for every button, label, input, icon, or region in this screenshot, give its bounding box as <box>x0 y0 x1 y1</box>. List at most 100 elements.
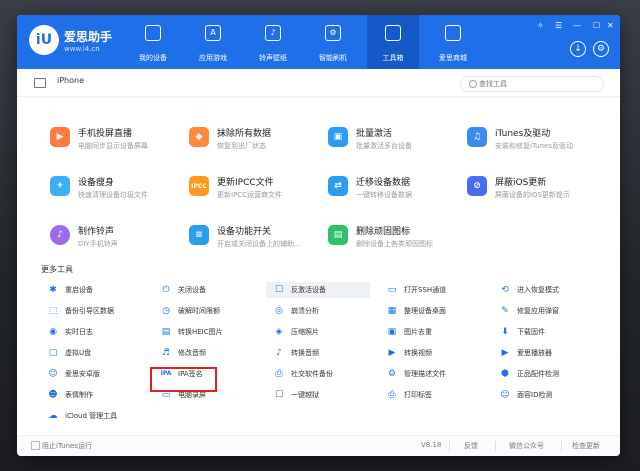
tool-icon: ▤ <box>161 327 171 337</box>
tool-icon: ☐ <box>274 390 284 400</box>
tool-item[interactable]: ⬚ 备份引导区数据 <box>40 303 144 319</box>
store-icon <box>445 25 461 41</box>
status-bar: 阻止iTunes运行 V8.18 反馈 微信公众号 检查更新 <box>17 435 620 456</box>
tool-item[interactable]: ▦ 整理设备桌面 <box>379 303 483 319</box>
card-batch-activate[interactable]: ▣ 批量激活 批量激活多台设备 <box>328 123 458 153</box>
card-screen-mirror[interactable]: ▶ 手机投屏直播 电脑同步显示设备屏幕 <box>50 123 180 153</box>
tool-item[interactable]: ⏻ 关闭设备 <box>153 282 257 298</box>
itunes-icon: ♫ <box>467 127 487 147</box>
app-icon: A <box>205 25 221 41</box>
tool-icon: ✎ <box>501 306 509 316</box>
tool-label: 表情制作 <box>65 391 93 399</box>
switch-icon: ≡ <box>189 225 209 245</box>
card-itunes-driver[interactable]: ♫ iTunes及驱动 安装和修复iTunes及驱动 <box>467 123 597 153</box>
block-itunes-label[interactable]: 阻止iTunes运行 <box>42 441 92 451</box>
tool-label: 转换HEIC图片 <box>178 328 223 336</box>
maximize-icon[interactable]: ☐ <box>593 21 600 30</box>
divider <box>449 441 450 451</box>
tool-item[interactable]: ▶ 爱思播放器 <box>492 345 596 361</box>
tool-label: 转换视频 <box>404 349 432 357</box>
tool-item[interactable]: ⟲ 进入恢复模式 <box>492 282 596 298</box>
tab-ringtones[interactable]: ♪ 铃声壁纸 <box>247 15 299 69</box>
tool-item[interactable]: ⎙ 社交软件备份 <box>266 366 370 382</box>
tool-icon: ▭ <box>387 285 397 295</box>
highlight-box <box>150 367 217 392</box>
tool-icon: ⟲ <box>501 285 509 295</box>
tool-label: 打开SSH通道 <box>404 286 447 294</box>
tool-item[interactable]: ♬ 修改音频 <box>153 345 257 361</box>
tool-label: 社交软件备份 <box>291 370 333 378</box>
search-box[interactable] <box>460 76 604 92</box>
tool-label: 修复应用弹窗 <box>517 307 559 315</box>
card-device-switches[interactable]: ≡ 设备功能开关 开启或关闭设备上的辅助... <box>189 221 319 251</box>
tool-item[interactable]: ☁ iCloud 管理工具 <box>40 408 144 424</box>
tool-icon: ▶ <box>501 348 509 358</box>
skin-icon[interactable]: ✧ <box>537 21 544 30</box>
tab-apps[interactable]: A 应用游戏 <box>187 15 239 69</box>
tool-item[interactable]: ⚙ 管理描述文件 <box>379 366 483 382</box>
card-erase-data[interactable]: ◆ 抹除所有数据 恢复到出厂状态 <box>189 123 319 153</box>
tool-item[interactable]: ✎ 修复应用弹窗 <box>492 303 596 319</box>
tool-item[interactable]: ☐ 反激活设备 <box>266 282 370 298</box>
tool-icon: ▣ <box>387 327 397 337</box>
tool-item[interactable]: ◈ 压缩照片 <box>266 324 370 340</box>
tool-item[interactable]: ▭ 打开SSH通道 <box>379 282 483 298</box>
tool-item[interactable]: ▢ 虚拟U盘 <box>40 345 144 361</box>
settings-icon[interactable]: ⚙ <box>593 41 609 57</box>
card-update-ipcc[interactable]: IPCC 更新IPCC文件 更新IPCC运营商文件 <box>189 172 319 202</box>
card-make-ringtone[interactable]: ♪ 制作铃声 DIY手机铃声 <box>50 221 180 251</box>
tool-label: 正品配件检测 <box>517 370 559 378</box>
divider <box>495 441 496 451</box>
tool-item[interactable]: ✱ 重启设备 <box>40 282 144 298</box>
tool-item[interactable]: ◷ 破解时间限额 <box>153 303 257 319</box>
tool-label: 反激活设备 <box>291 286 326 294</box>
music-icon: ♪ <box>265 25 281 41</box>
tool-item[interactable]: ▶ 转换视频 <box>379 345 483 361</box>
divider <box>561 441 562 451</box>
wechat-link[interactable]: 微信公众号 <box>509 441 544 451</box>
card-migrate-data[interactable]: ⇄ 迁移设备数据 一键转移设备数据 <box>328 172 458 202</box>
tool-item[interactable]: ☐ 一键越狱 <box>266 387 370 403</box>
card-device-slim[interactable]: ✦ 设备瘦身 快速清理设备垃圾文件 <box>50 172 180 202</box>
tab-store[interactable]: 爱思商城 <box>427 15 479 69</box>
tab-flash[interactable]: ⚙ 智能刷机 <box>307 15 359 69</box>
tool-icon: ⬚ <box>48 306 58 316</box>
card-block-ios-update[interactable]: ⊘ 屏蔽iOS更新 屏蔽设备的iOS更新提示 <box>467 172 597 202</box>
tab-my-device[interactable]: 我的设备 <box>127 15 179 69</box>
search-input[interactable] <box>479 78 597 90</box>
tool-label: iCloud 管理工具 <box>65 412 118 420</box>
tool-label: 虚拟U盘 <box>65 349 92 357</box>
card-delete-stubborn-icons[interactable]: ▤ 删除顽固图标 删除设备上各类顽固图标 <box>328 221 458 251</box>
download-icon[interactable]: ↓ <box>570 41 586 57</box>
tool-item[interactable]: ☻ 表情制作 <box>40 387 144 403</box>
tool-icon: ☺ <box>48 369 58 379</box>
tool-item[interactable]: ◎ 崩溃分析 <box>266 303 370 319</box>
minimize-icon[interactable]: — <box>573 21 581 30</box>
tool-item[interactable]: ◉ 实时日志 <box>40 324 144 340</box>
tool-icon: ◎ <box>275 306 283 316</box>
block-itunes-checkbox[interactable] <box>31 441 40 450</box>
tool-item[interactable]: ☺ 面容ID检测 <box>492 387 596 403</box>
check-update-link[interactable]: 检查更新 <box>572 441 600 451</box>
tool-item[interactable]: ☺ 爱思安卓版 <box>40 366 144 382</box>
tab-toolbox[interactable]: 工具箱 <box>367 15 419 69</box>
tool-item[interactable]: ♪ 转换音频 <box>266 345 370 361</box>
tool-item[interactable]: ▣ 图片去重 <box>379 324 483 340</box>
tool-item[interactable]: ⎙ 打印标签 <box>379 387 483 403</box>
tool-icon: ♬ <box>161 348 171 358</box>
feedback-link[interactable]: 反馈 <box>464 441 478 451</box>
tool-label: 爱思播放器 <box>517 349 552 357</box>
tool-label: 下载固件 <box>517 328 545 336</box>
menu-icon[interactable]: ☰ <box>555 21 562 30</box>
tool-label: 打印标签 <box>404 391 432 399</box>
tool-item[interactable]: ⬢ 正品配件检测 <box>492 366 596 382</box>
close-icon[interactable]: ✕ <box>607 21 614 30</box>
tool-icon: ◈ <box>275 327 283 337</box>
more-tools-title: 更多工具 <box>41 265 73 274</box>
tool-icon: ⬢ <box>501 369 509 379</box>
tool-item[interactable]: ⬇ 下载固件 <box>492 324 596 340</box>
tool-item[interactable]: ▤ 转换HEIC图片 <box>153 324 257 340</box>
app-window: iU 爱思助手 www.i4.cn 我的设备 A 应用游戏 ♪ 铃声壁纸 ⚙ 智… <box>17 15 620 456</box>
slim-icon: ✦ <box>50 176 70 196</box>
device-name[interactable]: iPhone <box>57 76 84 85</box>
